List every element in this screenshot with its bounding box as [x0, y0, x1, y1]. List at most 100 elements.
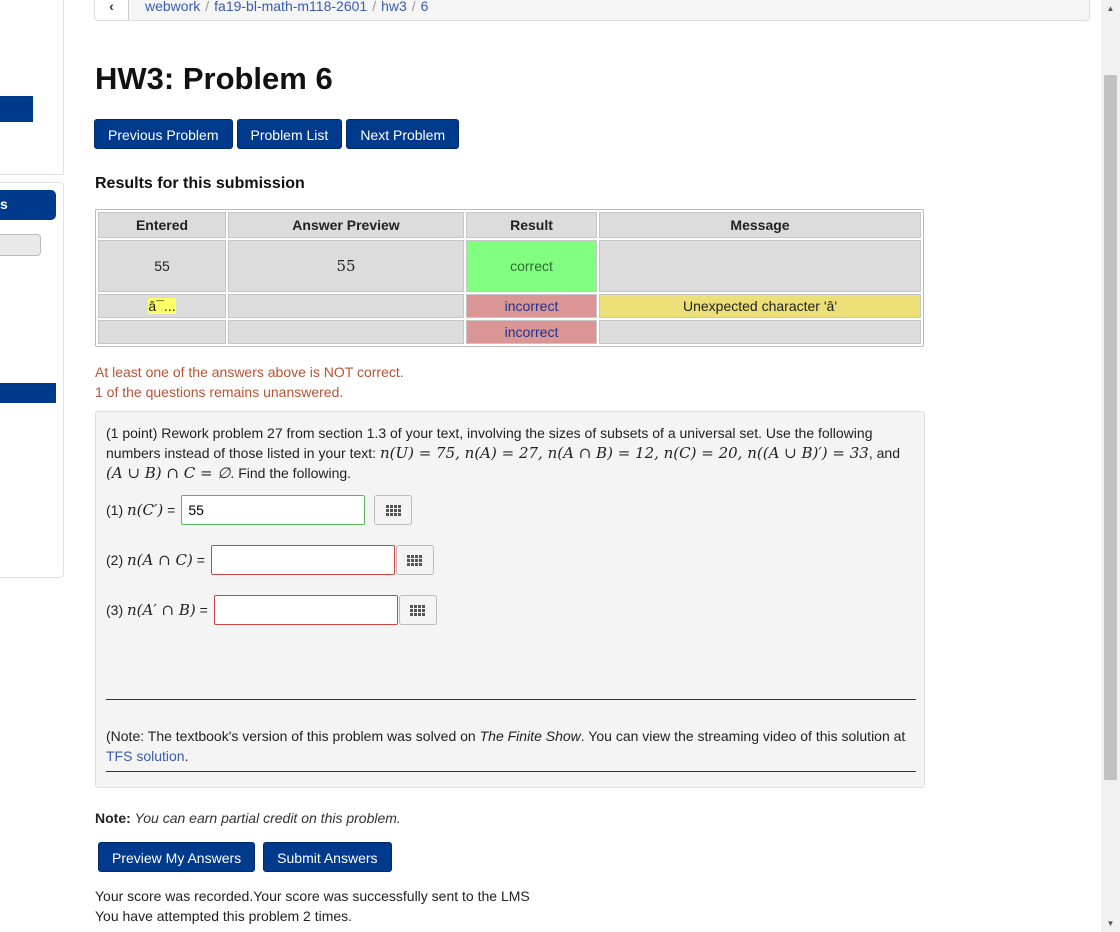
table-row: incorrect [98, 320, 921, 344]
partial-credit-note: Note: You can earn partial credit on thi… [95, 810, 401, 826]
breadcrumb-item-set[interactable]: hw3 [381, 0, 407, 14]
breadcrumb-trail: webwork / fa19-bl-math-m118-2601 / hw3 / 6 [145, 0, 428, 14]
equals-sign: = [199, 602, 208, 618]
divider [106, 771, 916, 772]
answer-1-keypad-button[interactable] [374, 495, 413, 525]
breadcrumb-item-course-list[interactable]: webwork [145, 0, 200, 14]
sidebar-button-2[interactable]: s [0, 190, 56, 220]
note-text-continued: . You can view the streaming video of th… [580, 728, 906, 744]
result-cell-correct: correct [466, 240, 597, 292]
column-header-result: Result [466, 212, 597, 238]
score-recorded-message: Your score was recorded.Your score was s… [95, 888, 530, 904]
page-scrollbar[interactable]: ▲ ▼ [1101, 0, 1120, 932]
entered-cell [98, 320, 226, 344]
preview-cell: 55 [228, 240, 464, 292]
message-cell-warning: Unexpected character 'â' [599, 294, 921, 318]
results-table: Entered Answer Preview Result Message 55… [95, 209, 924, 347]
answer-3-keypad-button[interactable] [398, 595, 437, 625]
equals-sign: = [196, 552, 205, 568]
back-button[interactable]: ‹ [95, 0, 129, 20]
breadcrumb-separator: / [411, 0, 416, 14]
column-header-entered: Entered [98, 212, 226, 238]
table-row: â¯... incorrect Unexpected character 'â' [98, 294, 921, 318]
sidebar-panel-top [0, 0, 64, 175]
question-2-label: (2) n(A ∩ C) = [106, 551, 205, 569]
triangle-up-icon[interactable]: ▲ [1101, 0, 1120, 17]
sidebar: s [0, 0, 64, 932]
answer-3-input[interactable] [213, 595, 398, 625]
question-number: (3) [106, 602, 124, 618]
submission-feedback: At least one of the answers above is NOT… [95, 362, 404, 402]
table-row: 55 55 correct [98, 240, 921, 292]
problem-body: (1 point) Rework problem 27 from section… [95, 411, 925, 788]
answer-actions: Preview My Answers Submit Answers [98, 842, 392, 872]
entered-cell: â¯... [98, 294, 226, 318]
preview-answers-button[interactable]: Preview My Answers [98, 842, 256, 872]
question-3: (3) n(A′ ∩ B) = [106, 595, 437, 625]
sidebar-button-1[interactable] [0, 96, 33, 122]
note-label: Note: [95, 810, 131, 826]
scrollbar-thumb[interactable] [1104, 75, 1117, 780]
question-expression: n(A ∩ C) [127, 551, 193, 569]
sidebar-button-3[interactable] [0, 383, 56, 403]
partial-credit-text: You can earn partial credit on this prob… [134, 810, 401, 826]
problem-navigation: Previous Problem Problem List Next Probl… [94, 119, 460, 149]
breadcrumb-separator: / [205, 0, 210, 14]
problem-instruction: . Find the following. [230, 465, 352, 481]
question-expression: n(A′ ∩ B) [127, 601, 196, 619]
textbook-note: (Note: The textbook's version of this pr… [106, 726, 916, 766]
breadcrumb-item-problem: 6 [420, 0, 429, 14]
note-end: . [184, 748, 189, 764]
feedback-incorrect-message: At least one of the answers above is NOT… [95, 364, 404, 380]
breadcrumb-item-course[interactable]: fa19-bl-math-m118-2601 [214, 0, 367, 14]
message-cell [599, 240, 921, 292]
question-number: (1) [106, 502, 124, 518]
question-number: (2) [106, 552, 124, 568]
keypad-grid-icon [410, 604, 426, 616]
problem-given-values: n(U) = 75, n(A) = 27, n(A ∩ B) = 12, n(C… [379, 444, 869, 462]
submit-answers-button[interactable]: Submit Answers [263, 842, 392, 872]
previous-problem-button[interactable]: Previous Problem [94, 119, 233, 149]
entered-cell: 55 [98, 240, 226, 292]
page-title: HW3: Problem 6 [95, 61, 333, 96]
question-2: (2) n(A ∩ C) = [106, 545, 434, 575]
feedback-unanswered-message: 1 of the questions remains unanswered. [95, 384, 344, 400]
breadcrumb-separator: / [372, 0, 377, 14]
result-cell-incorrect: incorrect [466, 294, 597, 318]
column-header-preview: Answer Preview [228, 212, 464, 238]
problem-list-button[interactable]: Problem List [236, 119, 343, 149]
question-expression: n(C′) [127, 501, 164, 519]
sidebar-button-label: s [0, 196, 8, 212]
problem-condition: (A ∪ B) ∩ C = ∅ [106, 464, 231, 482]
column-header-message: Message [599, 212, 921, 238]
attempts-message: You have attempted this problem 2 times. [95, 908, 353, 924]
tfs-solution-link[interactable]: TFS solution [106, 748, 185, 764]
problem-statement: (1 point) Rework problem 27 from section… [106, 423, 911, 483]
results-heading: Results for this submission [95, 175, 305, 192]
chevron-left-icon: ‹ [109, 0, 114, 14]
sidebar-select[interactable] [0, 234, 41, 256]
question-1: (1) n(C′) = [106, 495, 413, 525]
divider [106, 699, 916, 700]
message-cell [599, 320, 921, 344]
keypad-grid-icon [407, 554, 423, 566]
result-cell-incorrect: incorrect [466, 320, 597, 344]
preview-cell [228, 294, 464, 318]
question-3-label: (3) n(A′ ∩ B) = [106, 601, 208, 619]
problem-and: , and [868, 445, 900, 461]
equals-sign: = [167, 502, 176, 518]
entered-value: â¯... [148, 298, 176, 314]
keypad-grid-icon [385, 504, 401, 516]
score-status: Your score was recorded.Your score was s… [95, 886, 530, 926]
triangle-down-icon[interactable]: ▼ [1101, 915, 1120, 932]
answer-1-input[interactable] [181, 495, 366, 525]
next-problem-button[interactable]: Next Problem [346, 119, 460, 149]
answer-2-keypad-button[interactable] [395, 545, 434, 575]
preview-cell [228, 320, 464, 344]
note-source: The Finite Show [479, 728, 581, 744]
question-1-label: (1) n(C′) = [106, 501, 175, 519]
results-header-row: Entered Answer Preview Result Message [98, 212, 921, 238]
note-text: (Note: The textbook's version of this pr… [106, 728, 480, 744]
breadcrumb: ‹ webwork / fa19-bl-math-m118-2601 / hw3 / 6 [94, 0, 1090, 21]
answer-2-input[interactable] [210, 545, 395, 575]
